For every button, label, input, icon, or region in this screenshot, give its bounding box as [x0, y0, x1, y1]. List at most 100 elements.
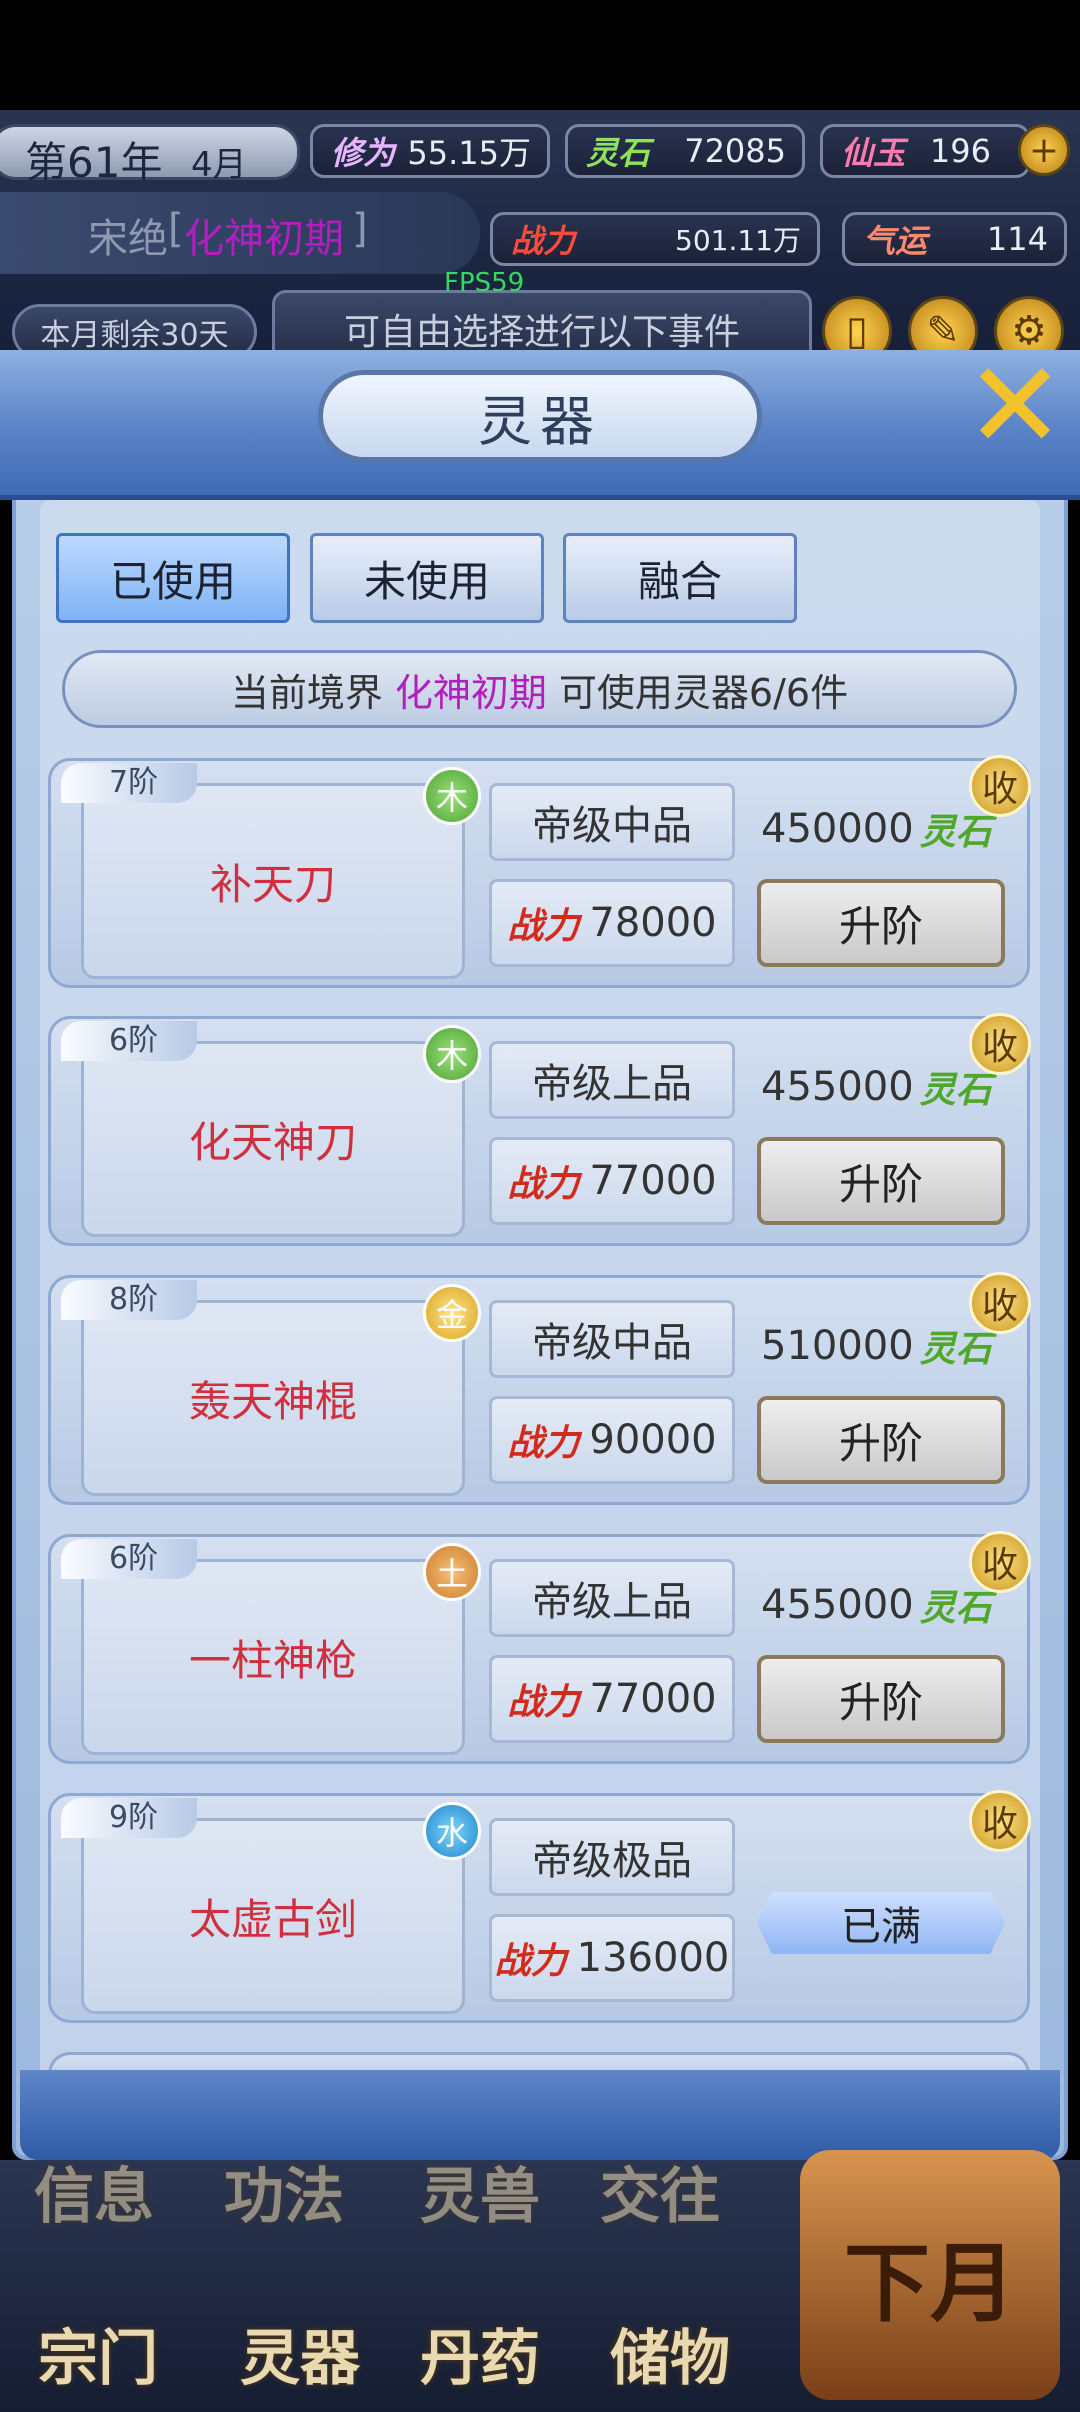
- spirit-stone-box: 灵石 72085: [565, 124, 805, 178]
- wood-element-icon: 木: [423, 1025, 481, 1083]
- upgrade-button[interactable]: 升阶: [757, 879, 1005, 967]
- earth-element-icon: 土: [423, 1543, 481, 1601]
- player-name: 宋绝: [88, 216, 168, 262]
- menu-beasts[interactable]: 灵兽: [420, 2148, 540, 2235]
- power-box: 战力 90000: [489, 1396, 735, 1484]
- cost-value: 450000: [761, 806, 914, 852]
- tier-tag: 7阶: [61, 763, 197, 803]
- artifact-card: 化天神刀 6阶 木 帝级上品 战力 77000 455000 灵石 升阶 收: [48, 1013, 1031, 1246]
- power-label: 战力: [511, 222, 576, 260]
- realm-prefix: 当前境界: [230, 670, 383, 715]
- collect-button[interactable]: 收: [969, 1013, 1031, 1075]
- close-icon[interactable]: ✕: [960, 347, 1070, 467]
- tab-equipped[interactable]: 已使用: [56, 533, 290, 623]
- menu-pills[interactable]: 丹药: [420, 2310, 540, 2397]
- cultivation-label: 修为: [331, 134, 396, 172]
- power-box: 战力 136000: [489, 1914, 735, 2002]
- wood-element-icon: 木: [423, 767, 481, 825]
- quality-label: 帝级上品: [489, 1041, 735, 1119]
- player-realm: 化神初期: [184, 216, 344, 262]
- artifact-card: 一柱神枪 6阶 土 帝级上品 战力 77000 455000 灵石 升阶 收: [48, 1531, 1031, 1764]
- artifact-card: 太虚古剑 9阶 水 帝级极品 战力 136000 已满 收: [48, 1790, 1031, 2023]
- artifact-name[interactable]: 补天刀: [81, 783, 465, 979]
- quality-label: 帝级上品: [489, 1559, 735, 1637]
- upgrade-cost: 510000 灵石: [761, 1318, 1001, 1374]
- spirit-stone-value: 72085: [684, 132, 786, 170]
- player-plate: 宋绝 [ 化神初期 ]: [0, 192, 480, 274]
- menu-artifact[interactable]: 灵器: [240, 2310, 360, 2397]
- collect-button[interactable]: 收: [969, 1531, 1031, 1593]
- add-jade-icon[interactable]: +: [1018, 124, 1070, 176]
- jade-label: 仙玉: [841, 134, 906, 172]
- quality-label: 帝级中品: [489, 1300, 735, 1378]
- upgrade-button[interactable]: 升阶: [757, 1655, 1005, 1743]
- menu-skills[interactable]: 功法: [224, 2148, 344, 2235]
- power-box: 战力 78000: [489, 879, 735, 967]
- jade-value: 196: [929, 132, 991, 170]
- tier-tag: 8阶: [61, 1280, 197, 1320]
- collect-button[interactable]: 收: [969, 755, 1031, 817]
- luck-label: 气运: [863, 222, 928, 260]
- panel-bottom-wave: [20, 2070, 1060, 2160]
- tab-fusion[interactable]: 融合: [563, 533, 797, 623]
- power-value: 90000: [589, 1417, 717, 1463]
- quality-label: 帝级极品: [489, 1818, 735, 1896]
- luck-value: 114: [986, 220, 1048, 258]
- panel-title: 灵器: [318, 370, 762, 462]
- menu-storage[interactable]: 储物: [610, 2310, 730, 2397]
- year-text: 第61年: [25, 138, 163, 187]
- cultivation-value: 55.15万: [407, 134, 531, 172]
- metal-element-icon: 金: [423, 1284, 481, 1342]
- power-box: 战力 501.11万: [490, 212, 820, 266]
- artifact-card: 轰天神棍 8阶 金 帝级中品 战力 90000 510000 灵石 升阶 收: [48, 1272, 1031, 1505]
- realm-value: 化神初期: [394, 670, 547, 715]
- realm-bracket-right: ]: [352, 206, 368, 252]
- menu-info[interactable]: 信息: [34, 2148, 154, 2235]
- maxed-badge: 已满: [757, 1892, 1005, 1954]
- cost-value: 510000: [761, 1323, 914, 1369]
- upgrade-button[interactable]: 升阶: [757, 1396, 1005, 1484]
- power-label: 战力: [494, 1941, 567, 1982]
- artifact-name[interactable]: 一柱神枪: [81, 1559, 465, 1755]
- cultivation-box: 修为 55.15万: [310, 124, 550, 178]
- power-box: 战力 77000: [489, 1655, 735, 1743]
- artifact-name[interactable]: 化天神刀: [81, 1041, 465, 1237]
- power-value: 77000: [589, 1676, 717, 1722]
- artifact-name[interactable]: 太虚古剑: [81, 1818, 465, 2014]
- menu-social[interactable]: 交往: [600, 2148, 720, 2235]
- power-label: 战力: [507, 1423, 580, 1464]
- upgrade-button[interactable]: 升阶: [757, 1137, 1005, 1225]
- power-label: 战力: [507, 906, 580, 947]
- month-text: 4月: [191, 145, 247, 185]
- water-element-icon: 水: [423, 1802, 481, 1860]
- power-label: 战力: [507, 1682, 580, 1723]
- fps-counter: FPS59: [444, 268, 525, 298]
- power-box: 战力 77000: [489, 1137, 735, 1225]
- artifact-card: 补天刀 7阶 木 帝级中品 战力 78000 450000 灵石 升阶 收: [48, 755, 1031, 988]
- tier-tag: 9阶: [61, 1798, 197, 1838]
- upgrade-cost: 455000 灵石: [761, 1059, 1001, 1115]
- cost-value: 455000: [761, 1064, 914, 1110]
- date-plate: 第61年 4月: [0, 124, 300, 187]
- cost-value: 455000: [761, 1582, 914, 1628]
- collect-button[interactable]: 收: [969, 1790, 1031, 1852]
- tier-tag: 6阶: [61, 1539, 197, 1579]
- upgrade-cost: 450000 灵石: [761, 801, 1001, 857]
- tab-unequipped[interactable]: 未使用: [310, 533, 544, 623]
- upgrade-cost: 455000 灵石: [761, 1577, 1001, 1633]
- top-hud: 第61年 4月 修为 55.15万 灵石 72085 仙玉 196 + 宋绝 […: [0, 110, 1080, 368]
- power-label: 战力: [507, 1164, 580, 1205]
- artifact-name[interactable]: 轰天神棍: [81, 1300, 465, 1496]
- system-status-bar: [0, 0, 1080, 110]
- luck-box: 气运 114: [842, 212, 1067, 266]
- power-value: 136000: [576, 1935, 730, 1981]
- jade-box: 仙玉 196: [820, 124, 1030, 178]
- power-value: 78000: [589, 900, 717, 946]
- spirit-stone-label: 灵石: [586, 134, 651, 172]
- next-month-button[interactable]: 下月: [800, 2150, 1060, 2400]
- realm-bracket-left: [: [168, 206, 184, 252]
- realm-capacity-bar: 当前境界 化神初期 可使用灵器6/6件: [62, 650, 1017, 728]
- menu-sect[interactable]: 宗门: [38, 2310, 158, 2397]
- quality-label: 帝级中品: [489, 783, 735, 861]
- collect-button[interactable]: 收: [969, 1272, 1031, 1334]
